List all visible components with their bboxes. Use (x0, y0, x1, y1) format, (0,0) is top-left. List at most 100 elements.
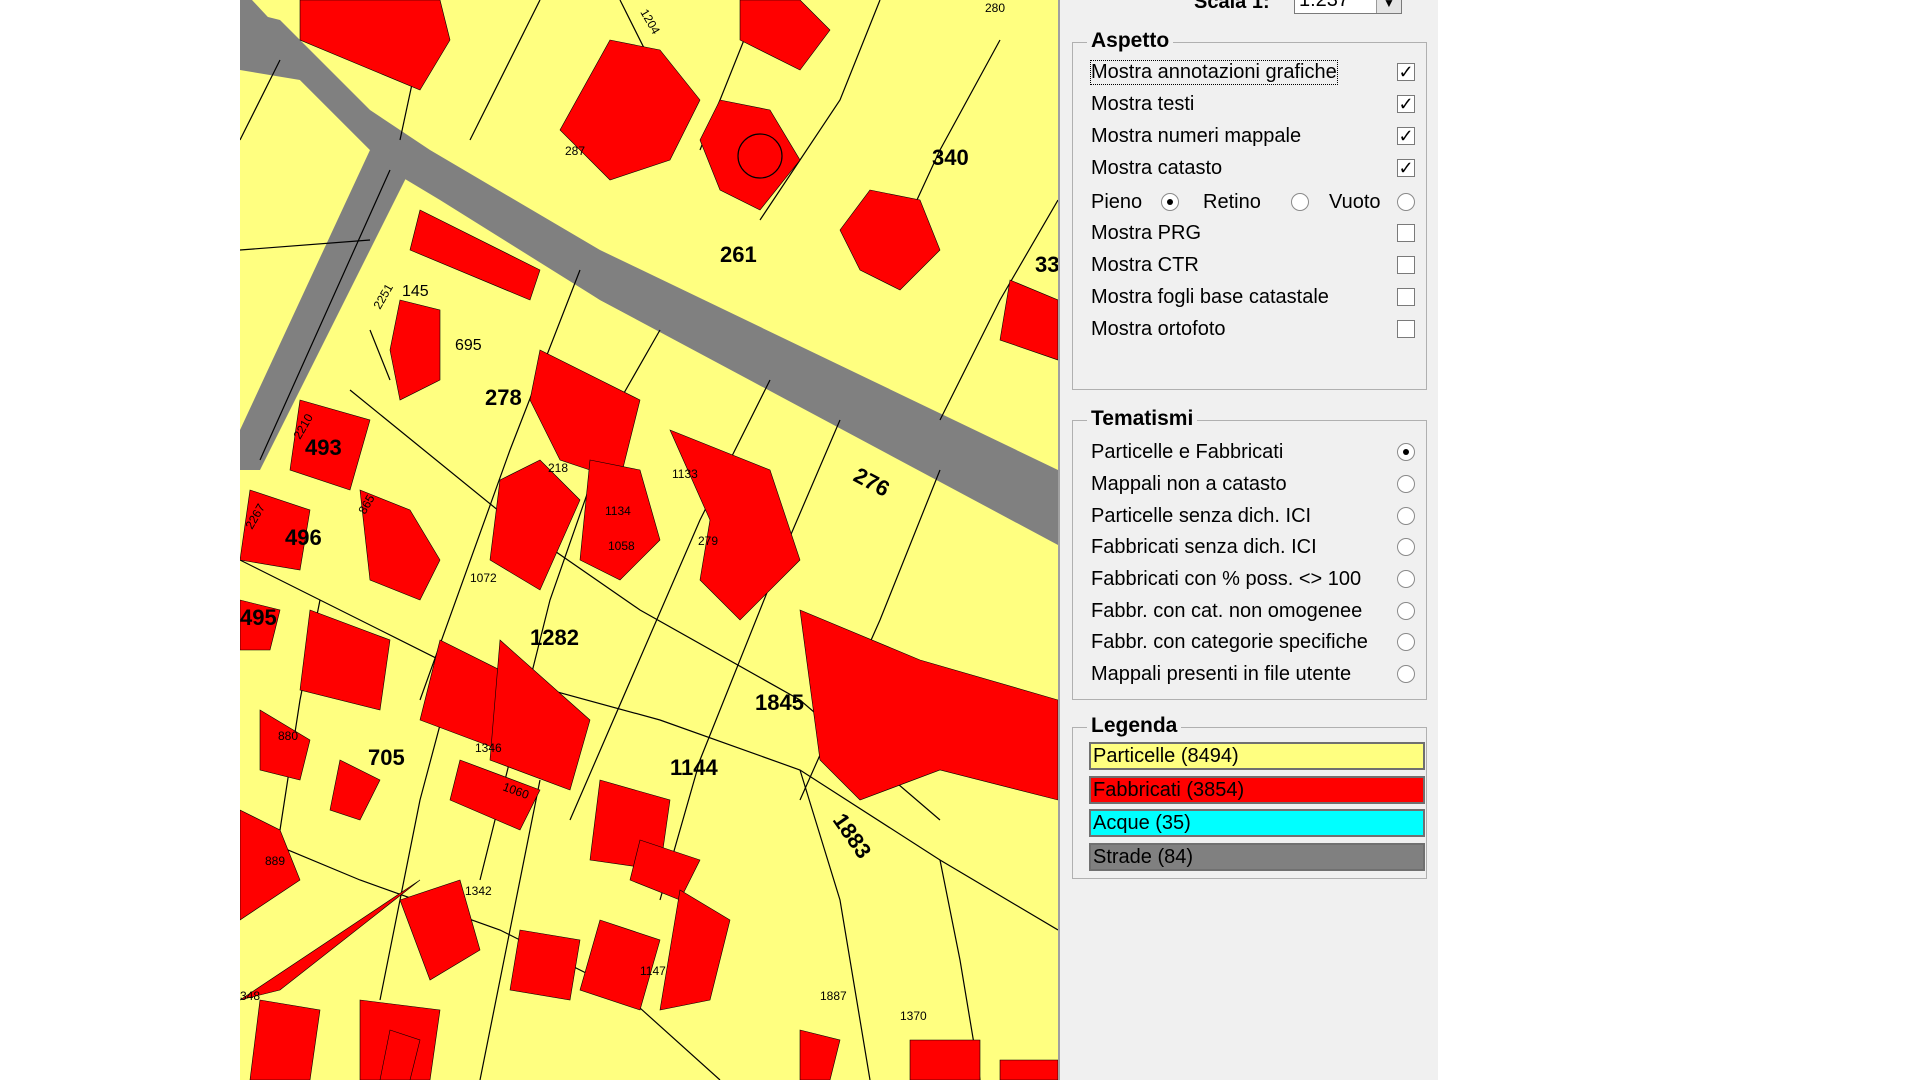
parcel-number: 1072 (470, 571, 497, 585)
checkbox[interactable]: ✓ (1397, 127, 1415, 145)
parcel-number: 276 (850, 462, 894, 501)
parcel-number: 278 (485, 385, 522, 410)
parcel-number: 1346 (475, 741, 502, 755)
legenda-group: Legenda Particelle (8494) Fabbricati (38… (1072, 714, 1427, 879)
legend-strade[interactable]: Strade (84) (1089, 843, 1425, 871)
chevron-down-icon[interactable]: ▼ (1376, 0, 1401, 13)
parcel-number: 1144 (670, 755, 718, 780)
checkbox[interactable] (1397, 320, 1415, 338)
parcel-number: 145 (402, 283, 429, 300)
check-testi[interactable]: Mostra testi ✓ (1091, 91, 1421, 119)
parcel-number: 261 (720, 242, 757, 267)
parcel-number: 705 (368, 745, 405, 770)
tematismi-title: Tematismi (1087, 407, 1198, 431)
tematismo-label: Fabbr. con cat. non omogenee (1091, 600, 1363, 622)
legend-acque[interactable]: Acque (35) (1089, 809, 1425, 837)
tematismo-option[interactable]: Mappali presenti in file utente (1091, 661, 1421, 689)
radio[interactable] (1397, 538, 1415, 556)
radio-label-vuoto: Vuoto (1329, 191, 1381, 213)
parcel-number: 33 (1035, 252, 1058, 277)
scale-value: 1:237 (1299, 0, 1350, 11)
tematismo-option[interactable]: Mappali non a catasto (1091, 471, 1421, 499)
parcel-number: 495 (240, 605, 277, 630)
parcel-number: 1134 (605, 504, 631, 518)
check-label: Mostra annotazioni grafiche (1090, 60, 1338, 85)
cadastral-map[interactable]: 340 261 145 695 278 493 496 495 276 1282… (240, 0, 1058, 1080)
legend-particelle[interactable]: Particelle (8494) (1089, 742, 1425, 770)
check-ctr[interactable]: Mostra CTR (1091, 252, 1421, 280)
aspetto-title: Aspetto (1087, 29, 1174, 53)
tematismi-group: Tematismi Particelle e Fabbricati Mappal… (1072, 407, 1427, 700)
checkbox[interactable]: ✓ (1397, 159, 1415, 177)
parcel-number: 218 (548, 461, 568, 475)
checkbox[interactable] (1397, 256, 1415, 274)
tematismo-option[interactable]: Fabbricati con % poss. <> 100 (1091, 566, 1421, 594)
parcel-number: 280 (985, 1, 1005, 15)
radio-label-pieno: Pieno (1091, 191, 1143, 213)
aspetto-group: Aspetto Mostra annotazioni grafiche ✓ Mo… (1072, 29, 1427, 390)
scale-bar: Scala 1: 1:237 ▼ (1060, 0, 1438, 22)
fill-mode-radios: Pieno Retino Vuoto (1091, 189, 1421, 217)
check-catasto[interactable]: Mostra catasto ✓ (1091, 155, 1421, 183)
parcel-number: 493 (305, 435, 342, 460)
parcel-number: 695 (455, 337, 482, 354)
parcel-number: 1204 (637, 7, 663, 37)
check-ortofoto[interactable]: Mostra ortofoto (1091, 316, 1421, 344)
checkbox[interactable] (1397, 224, 1415, 242)
radio[interactable] (1397, 633, 1415, 651)
check-label: Mostra catasto (1091, 157, 1223, 179)
checkbox[interactable]: ✓ (1397, 63, 1415, 81)
check-label: Mostra fogli base catastale (1091, 286, 1329, 308)
radio[interactable] (1397, 665, 1415, 683)
legend-label: Fabbricati (3854) (1093, 779, 1245, 801)
parcel-number: 889 (265, 854, 285, 868)
tematismo-option[interactable]: Fabbr. con cat. non omogenee (1091, 598, 1421, 626)
parcel-number: 1887 (820, 989, 847, 1003)
parcel-number: 287 (565, 144, 585, 158)
legend-label: Acque (35) (1093, 812, 1191, 834)
map-canvas[interactable]: 340 261 145 695 278 493 496 495 276 1282… (240, 0, 1058, 1080)
legend-label: Particelle (8494) (1093, 745, 1239, 767)
parcel-number: 1147 (640, 964, 666, 978)
parcel-number: 880 (278, 729, 298, 743)
scale-select[interactable]: 1:237 ▼ (1294, 0, 1402, 14)
parcel-number: 1883 (828, 809, 877, 863)
settings-panel: Scala 1: 1:237 ▼ Aspetto Mostra annotazi… (1058, 0, 1438, 1080)
parcel-number: 1133 (672, 467, 698, 481)
check-prg[interactable]: Mostra PRG (1091, 220, 1421, 248)
checkbox[interactable]: ✓ (1397, 95, 1415, 113)
check-label: Mostra ortofoto (1091, 318, 1226, 340)
legend-fabbricati[interactable]: Fabbricati (3854) (1089, 776, 1425, 804)
tematismo-option[interactable]: Particelle e Fabbricati (1091, 439, 1421, 467)
check-fogli-base[interactable]: Mostra fogli base catastale (1091, 284, 1421, 312)
tematismo-label: Fabbricati senza dich. ICI (1091, 536, 1317, 558)
radio[interactable] (1397, 602, 1415, 620)
parcel-number: 279 (698, 534, 718, 548)
check-annotazioni[interactable]: Mostra annotazioni grafiche ✓ (1090, 59, 1421, 87)
tematismo-option[interactable]: Fabbr. con categorie specifiche (1091, 629, 1421, 657)
check-label: Mostra numeri mappale (1091, 125, 1302, 147)
tematismo-label: Particelle e Fabbricati (1091, 441, 1284, 463)
parcel-number: 1370 (900, 1009, 927, 1023)
radio-retino[interactable] (1291, 193, 1309, 211)
radio-pieno[interactable] (1161, 193, 1179, 211)
check-numeri-mappale[interactable]: Mostra numeri mappale ✓ (1091, 123, 1421, 151)
check-label: Mostra testi (1091, 93, 1195, 115)
parcel-number: 340 (932, 145, 969, 170)
parcel-number: 496 (285, 525, 322, 550)
tematismo-option[interactable]: Particelle senza dich. ICI (1091, 503, 1421, 531)
tematismo-label: Particelle senza dich. ICI (1091, 505, 1312, 527)
parcel-number: 1845 (755, 690, 804, 715)
radio-label-retino: Retino (1203, 191, 1261, 213)
tematismo-label: Mappali non a catasto (1091, 473, 1287, 495)
tematismo-label: Fabbricati con % poss. <> 100 (1091, 568, 1362, 590)
radio[interactable] (1397, 443, 1415, 461)
tematismo-option[interactable]: Fabbricati senza dich. ICI (1091, 534, 1421, 562)
radio-vuoto[interactable] (1397, 193, 1415, 211)
radio[interactable] (1397, 475, 1415, 493)
tematismo-label: Fabbr. con categorie specifiche (1091, 631, 1368, 653)
legenda-title: Legenda (1087, 714, 1182, 738)
radio[interactable] (1397, 507, 1415, 525)
checkbox[interactable] (1397, 288, 1415, 306)
radio[interactable] (1397, 570, 1415, 588)
